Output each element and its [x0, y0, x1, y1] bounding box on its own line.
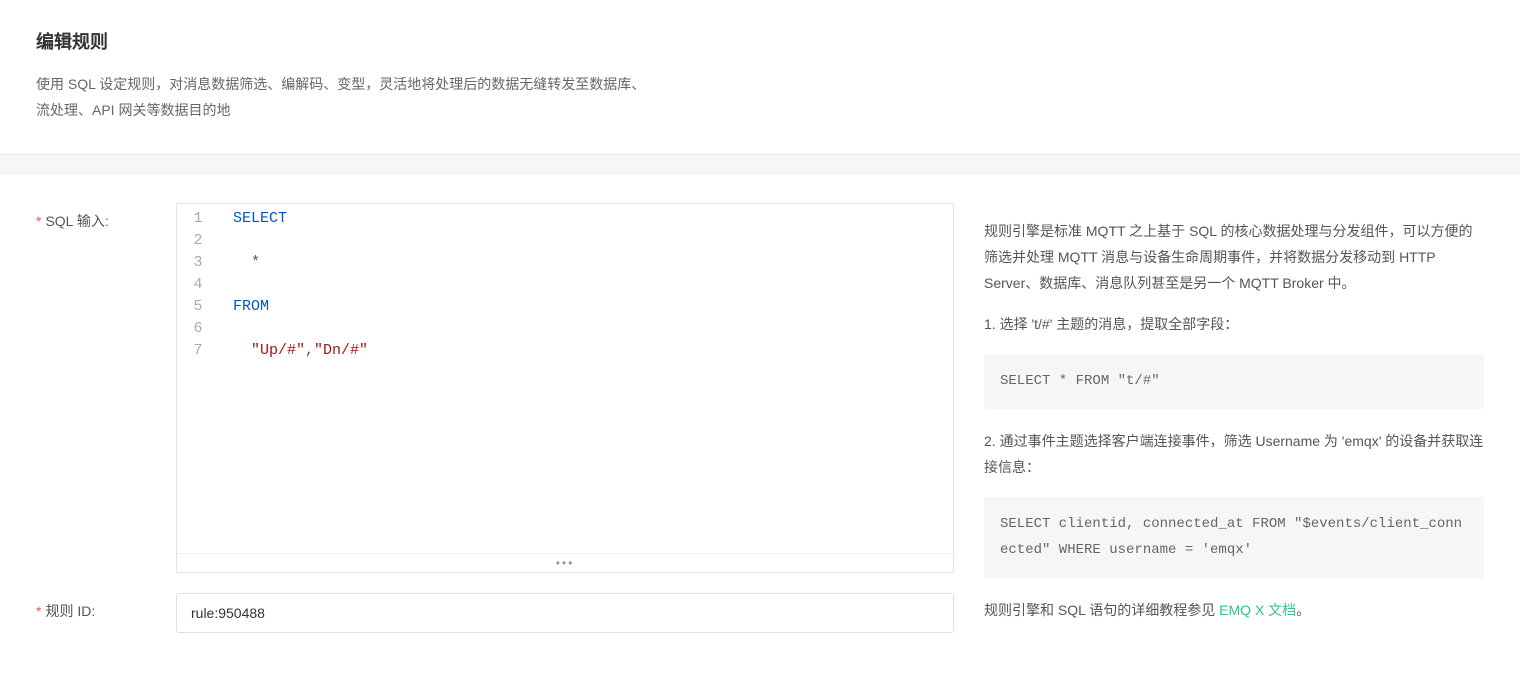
code-sample-1: SELECT * FROM "t/#" — [984, 354, 1484, 409]
code-line[interactable]: "Up/#","Dn/#" — [233, 340, 953, 362]
sql-editor-control: 1234567 SELECT * FROM "Up/#","Dn/#" ••• — [176, 203, 954, 573]
sql-input-row: *SQL 输入: 1234567 SELECT *FROM "Up/#","Dn… — [36, 203, 954, 573]
required-mark: * — [36, 213, 41, 229]
help-step1: 1. 选择 't/#' 主题的消息，提取全部字段： — [984, 312, 1484, 338]
form-area: *SQL 输入: 1234567 SELECT *FROM "Up/#","Dn… — [0, 175, 1520, 673]
doc-link[interactable]: EMQ X 文档 — [1219, 602, 1296, 618]
required-mark: * — [36, 603, 41, 619]
rule-id-label-text: 规则 ID: — [45, 603, 95, 619]
sql-editor[interactable]: 1234567 SELECT * FROM "Up/#","Dn/#" ••• — [176, 203, 954, 573]
sql-input-label: *SQL 输入: — [36, 203, 176, 231]
resize-handle[interactable]: ••• — [177, 553, 953, 572]
help-intro: 规则引擎是标准 MQTT 之上基于 SQL 的核心数据处理与分发组件，可以方便的… — [984, 219, 1484, 297]
code-line[interactable] — [233, 274, 953, 296]
sql-label-text: SQL 输入: — [45, 213, 108, 229]
code-line[interactable]: SELECT — [233, 208, 953, 230]
page-header: 编辑规则 使用 SQL 设定规则，对消息数据筛选、编解码、变型，灵活地将处理后的… — [0, 0, 1520, 155]
code-line[interactable] — [233, 230, 953, 252]
rule-id-control — [176, 593, 954, 633]
code-line[interactable]: * — [233, 252, 953, 274]
code-line[interactable] — [233, 318, 953, 340]
line-gutter: 1234567 — [177, 206, 219, 553]
line-number: 4 — [177, 274, 219, 296]
line-number: 6 — [177, 318, 219, 340]
page-title: 编辑规则 — [36, 28, 1484, 54]
help-footer: 规则引擎和 SQL 语句的详细教程参见 EMQ X 文档。 — [984, 598, 1484, 624]
line-number: 2 — [177, 230, 219, 252]
rule-id-input[interactable] — [176, 593, 954, 633]
help-step2: 2. 通过事件主题选择客户端连接事件，筛选 Username 为 'emqx' … — [984, 429, 1484, 481]
rule-id-row: *规则 ID: — [36, 593, 954, 633]
code-line[interactable]: FROM — [233, 296, 953, 318]
line-number: 1 — [177, 208, 219, 230]
code-editor-body[interactable]: 1234567 SELECT * FROM "Up/#","Dn/#" — [177, 204, 953, 553]
help-panel: 规则引擎是标准 MQTT 之上基于 SQL 的核心数据处理与分发组件，可以方便的… — [984, 203, 1484, 653]
footer-suffix: 。 — [1296, 602, 1310, 618]
rule-id-label: *规则 ID: — [36, 593, 176, 621]
footer-prefix: 规则引擎和 SQL 语句的详细教程参见 — [984, 602, 1219, 618]
code-area[interactable]: SELECT * FROM "Up/#","Dn/#" — [219, 206, 953, 553]
code-sample-2: SELECT clientid, connected_at FROM "$eve… — [984, 497, 1484, 578]
line-number: 5 — [177, 296, 219, 318]
line-number: 7 — [177, 340, 219, 362]
line-number: 3 — [177, 252, 219, 274]
page-description: 使用 SQL 设定规则，对消息数据筛选、编解码、变型，灵活地将处理后的数据无缝转… — [36, 72, 656, 124]
form-column: *SQL 输入: 1234567 SELECT *FROM "Up/#","Dn… — [36, 203, 954, 653]
